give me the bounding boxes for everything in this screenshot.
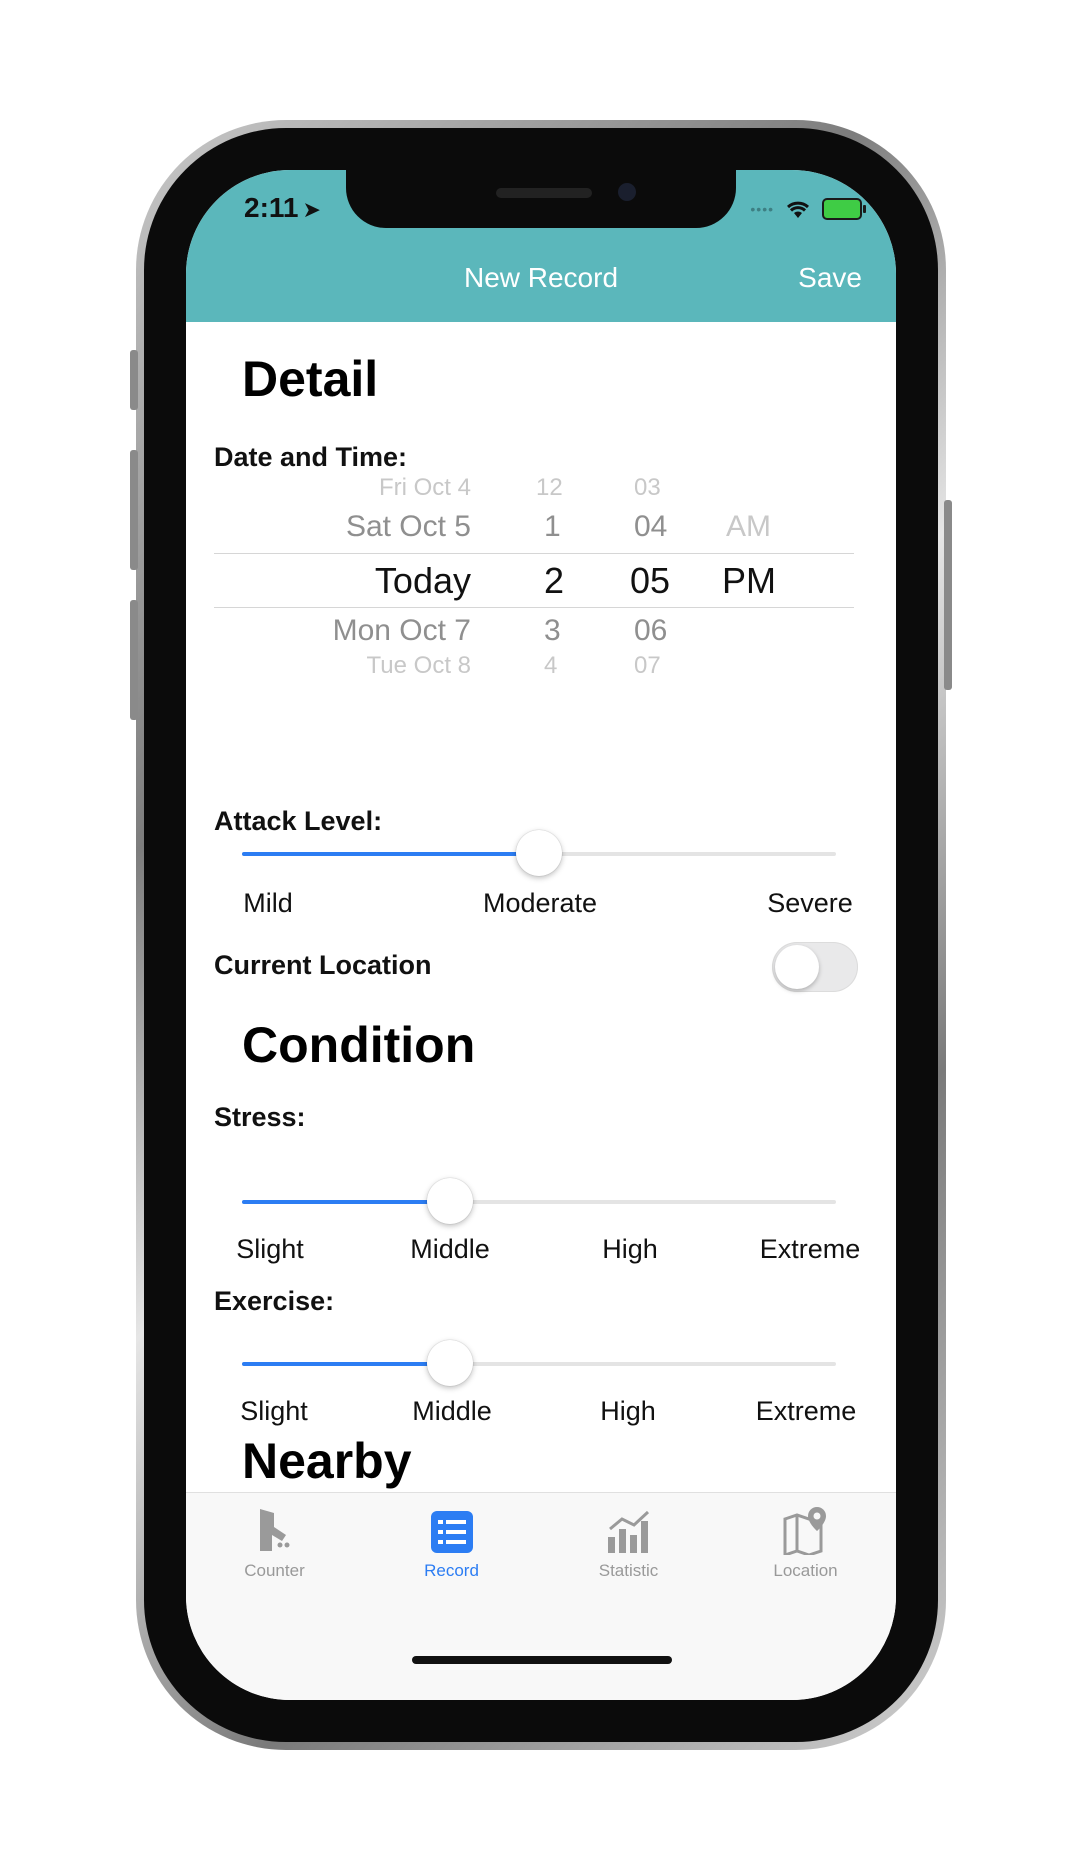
slider-fill (242, 1362, 450, 1366)
volume-up-button (130, 450, 138, 570)
exercise-tick-middle: Middle (412, 1396, 492, 1426)
exercise-tick-extreme: Extreme (755, 1396, 857, 1426)
slider-thumb[interactable] (426, 1178, 473, 1224)
slider-thumb[interactable] (516, 830, 562, 876)
tab-statistic[interactable]: Statistic (540, 1503, 717, 1581)
map-pin-icon (783, 1507, 826, 1555)
attack-tick-severe: Severe (767, 888, 853, 918)
current-location-label: Current Location (214, 950, 432, 980)
picker-hour-item[interactable]: 3 (544, 614, 561, 648)
picker-hour-item[interactable]: 12 (536, 474, 563, 502)
exercise-label: Exercise: (214, 1286, 335, 1316)
signal-icon: •••• (750, 201, 774, 217)
tab-label: Record (424, 1561, 479, 1580)
mute-switch (130, 350, 138, 410)
current-location-toggle[interactable] (772, 942, 858, 992)
condition-heading: Condition (242, 1017, 476, 1073)
picker-date-item[interactable]: Mon Oct 7 (333, 614, 471, 648)
speaker-grille (496, 188, 592, 198)
attack-tick-mild: Mild (243, 888, 293, 918)
picker-selection-bottom (214, 607, 854, 608)
datetime-picker[interactable]: Fri Oct 4 Sat Oct 5 Today Mon Oct 7 Tue … (214, 466, 854, 679)
tab-label: Counter (244, 1561, 305, 1580)
picker-minute-item[interactable]: 06 (634, 614, 667, 648)
tab-counter[interactable]: Counter (186, 1503, 363, 1581)
picker-period-item[interactable]: AM (726, 510, 771, 544)
picker-minute-item[interactable]: 03 (634, 474, 661, 502)
nearby-heading: Nearby (242, 1433, 412, 1489)
stress-tick-slight: Slight (236, 1234, 304, 1264)
attack-level-label: Attack Level: (214, 806, 383, 836)
stress-slider[interactable] (242, 1178, 836, 1224)
slider-fill (242, 852, 539, 856)
tab-label: Location (773, 1561, 838, 1580)
slider-fill (242, 1200, 450, 1204)
exercise-tick-high: High (600, 1396, 656, 1426)
picker-period-selected[interactable]: PM (722, 560, 776, 602)
exercise-tick-slight: Slight (240, 1396, 308, 1426)
attack-level-slider[interactable] (242, 830, 836, 876)
slider-thumb[interactable] (426, 1340, 473, 1386)
phone-screen: 2:11 ➤ •••• New Record Save Detail Date a… (186, 170, 896, 1700)
picker-hour-item[interactable]: 1 (544, 510, 561, 544)
home-indicator (412, 1656, 672, 1664)
status-time: 2:11 ➤ (244, 192, 321, 223)
notch (346, 170, 736, 228)
picker-date-item[interactable]: Tue Oct 8 (367, 652, 471, 680)
stress-tick-extreme: Extreme (759, 1234, 861, 1264)
nav-title: New Record (463, 262, 619, 293)
picker-minute-selected[interactable]: 05 (630, 560, 670, 602)
power-button (944, 500, 952, 690)
volume-down-button (130, 600, 138, 720)
toggle-knob (775, 945, 819, 989)
tab-location[interactable]: Location (717, 1503, 894, 1581)
status-indicators: •••• (750, 198, 866, 220)
picker-date-item[interactable]: Sat Oct 5 (346, 510, 471, 544)
stress-tick-middle: Middle (410, 1234, 490, 1264)
tab-label: Statistic (598, 1561, 659, 1580)
stress-tick-high: High (602, 1234, 658, 1264)
picker-hour-selected[interactable]: 2 (544, 560, 564, 602)
picker-selection-top (214, 553, 854, 554)
battery-icon (822, 198, 866, 220)
bar-chart-icon (607, 1510, 649, 1553)
exercise-slider[interactable] (242, 1340, 836, 1386)
picker-hour-item[interactable]: 4 (544, 652, 557, 680)
tab-bar: Counter Record Statistic Location (186, 1492, 896, 1700)
front-camera (618, 183, 636, 201)
save-button[interactable]: Save (798, 262, 862, 294)
picker-minute-item[interactable]: 04 (634, 510, 667, 544)
counter-icon (259, 1509, 289, 1551)
wifi-icon (787, 201, 809, 218)
detail-heading: Detail (242, 351, 379, 407)
location-arrow-icon: ➤ (302, 197, 321, 222)
attack-tick-moderate: Moderate (482, 888, 598, 918)
picker-minute-item[interactable]: 07 (634, 652, 661, 680)
tab-record[interactable]: Record (363, 1503, 540, 1581)
list-icon (430, 1511, 473, 1553)
picker-date-selected[interactable]: Today (375, 560, 471, 602)
stress-label: Stress: (214, 1102, 306, 1132)
picker-date-item[interactable]: Fri Oct 4 (379, 474, 471, 502)
